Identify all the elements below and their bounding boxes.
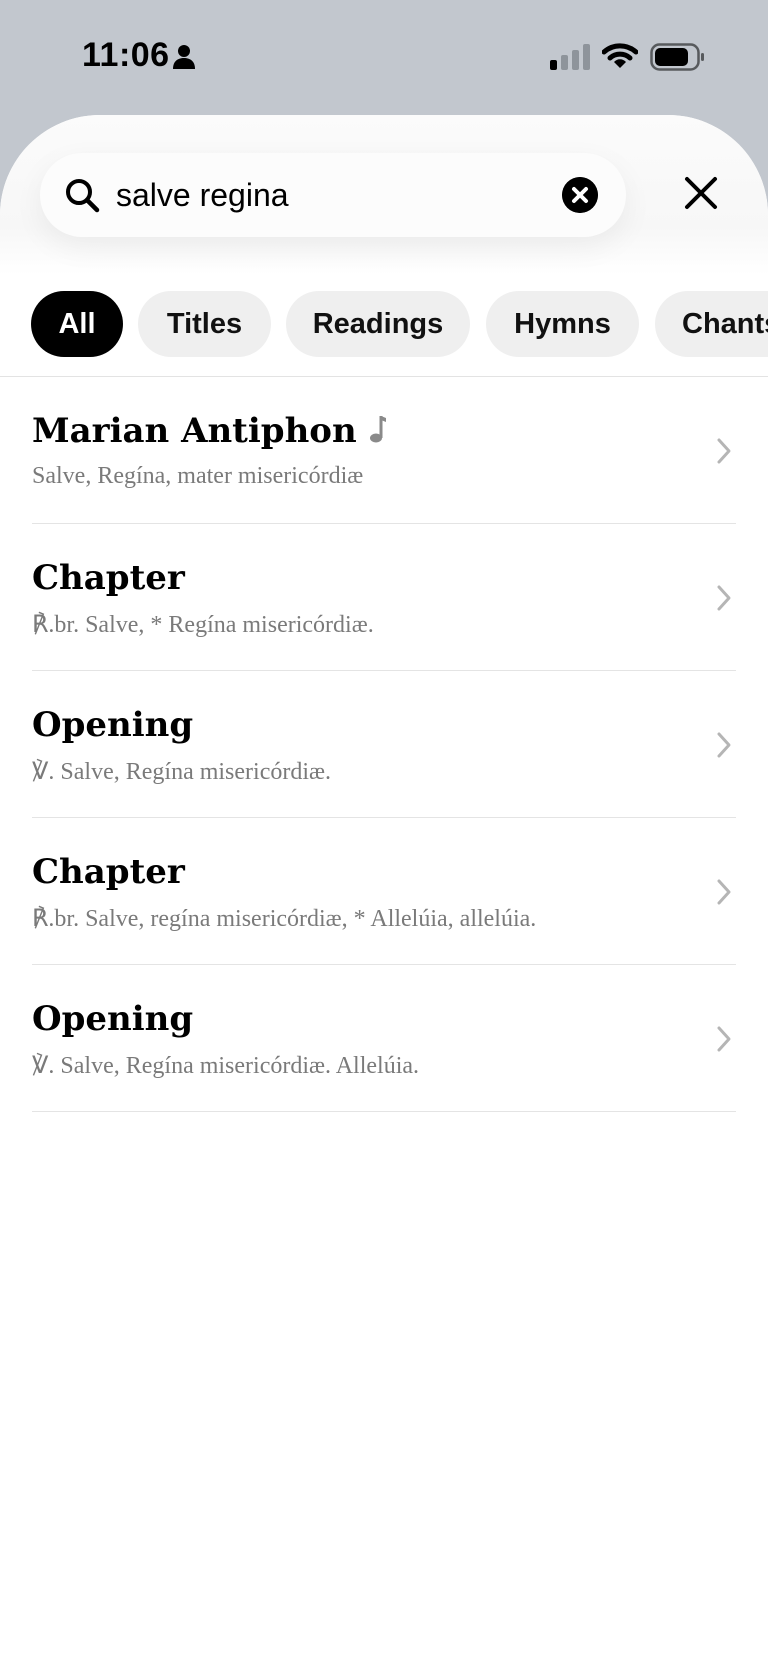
result-row[interactable]: Chapter ℟.br. Salve, * Regína misericórd… [32, 524, 736, 671]
person-icon [173, 45, 195, 69]
search-icon [66, 179, 100, 213]
result-snippet: ℟.br. Salve, regína misericórdiæ, * Alle… [32, 906, 537, 932]
chevron-right-icon [717, 879, 731, 905]
filter-chip-titles[interactable]: Titles [138, 291, 271, 357]
result-title: Chapter [32, 558, 185, 598]
result-row[interactable]: Chapter ℟.br. Salve, regína misericórdiæ… [32, 818, 736, 965]
filter-chip-readings[interactable]: Readings [286, 291, 470, 357]
filter-chip-all[interactable]: All [31, 291, 123, 357]
search-field[interactable] [40, 153, 626, 237]
battery-icon [650, 43, 704, 71]
result-snippet: ℣. Salve, Regína misericórdiæ. Allelúia. [32, 1053, 420, 1079]
search-input[interactable] [116, 173, 536, 217]
result-title: Chapter [32, 852, 185, 892]
status-time: 11:06 [82, 36, 170, 74]
signal-icon [550, 44, 590, 70]
filter-chip-hymns[interactable]: Hymns [486, 291, 639, 357]
music-note-icon [369, 416, 386, 443]
filter-chips: All Titles Readings Hymns Chants [0, 291, 768, 361]
chevron-right-icon [717, 585, 731, 611]
result-row[interactable]: Opening ℣. Salve, Regína misericórdiæ. A… [32, 965, 736, 1112]
result-title: Opening [32, 705, 194, 745]
result-snippet: ℣. Salve, Regína misericórdiæ. [32, 759, 332, 785]
result-title-text: Marian Antiphon [32, 411, 357, 451]
status-bar: 11:06 [0, 0, 768, 115]
search-sheet: All Titles Readings Hymns Chants Marian … [0, 115, 768, 1665]
chevron-right-icon [717, 732, 731, 758]
result-title: Marian Antiphon [32, 411, 387, 451]
chevron-right-icon [717, 1026, 731, 1052]
filter-chip-chants[interactable]: Chants [655, 291, 768, 357]
result-snippet: ℟.br. Salve, * Regína misericórdiæ. [32, 612, 374, 638]
result-row[interactable]: Opening ℣. Salve, Regína misericórdiæ. [32, 671, 736, 818]
clear-search-icon[interactable] [562, 177, 598, 213]
close-icon[interactable] [683, 175, 719, 211]
wifi-icon [602, 43, 638, 68]
result-row[interactable]: Marian Antiphon Salve, Regína, mater mis… [32, 377, 736, 524]
result-title: Opening [32, 999, 194, 1039]
chevron-right-icon [717, 438, 731, 464]
result-snippet: Salve, Regína, mater misericórdiæ [32, 463, 364, 489]
search-results: Marian Antiphon Salve, Regína, mater mis… [0, 377, 768, 1112]
